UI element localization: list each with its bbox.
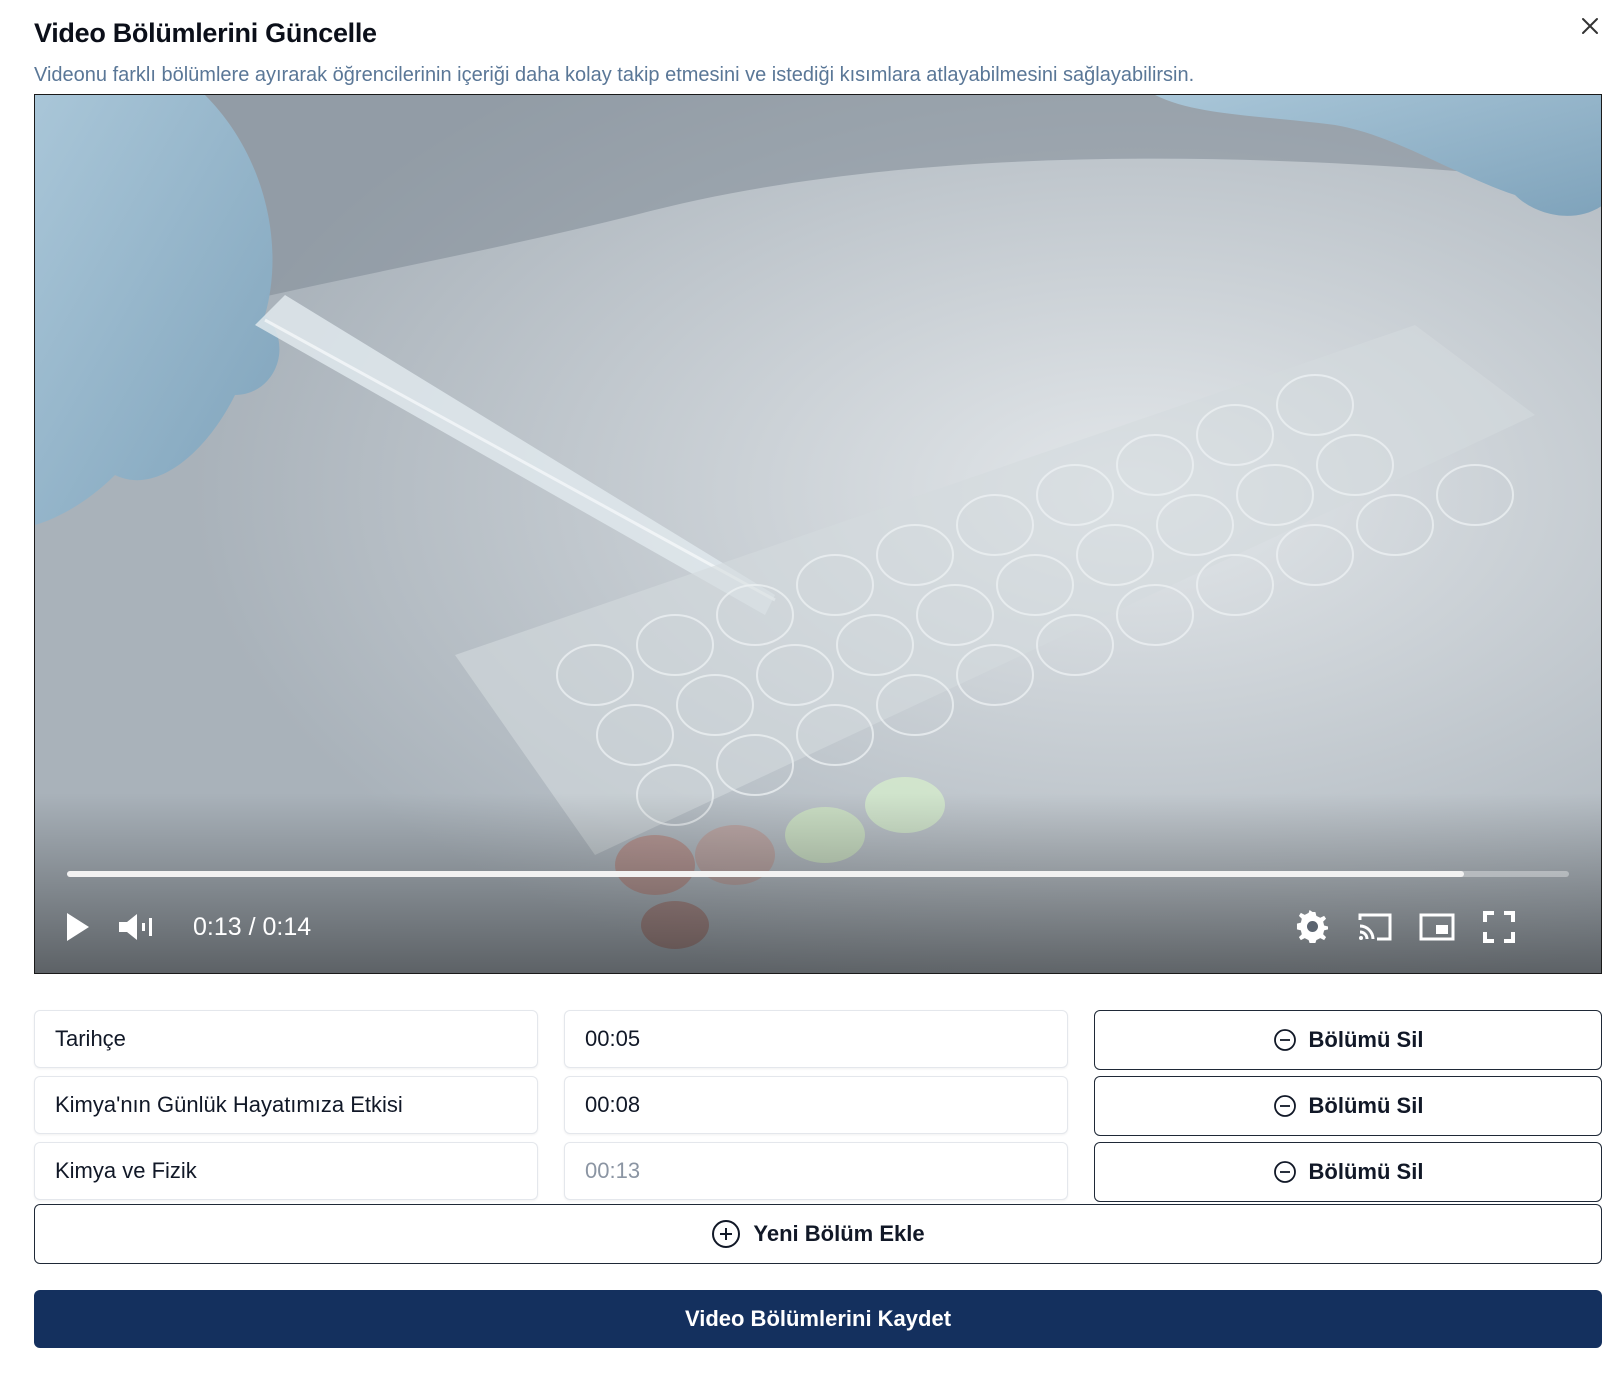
play-button[interactable]: [55, 905, 99, 949]
delete-chapter-button[interactable]: Bölümü Sil: [1094, 1010, 1602, 1070]
plus-circle-icon: [712, 1220, 741, 1248]
cast-icon: [1358, 913, 1392, 941]
current-time: 0:13: [193, 913, 242, 941]
progress-bar[interactable]: [67, 871, 1569, 877]
minus-circle-icon: [1273, 1029, 1296, 1051]
close-button[interactable]: [1576, 12, 1604, 40]
time-display: 0:13 / 0:14: [193, 913, 311, 942]
cast-button[interactable]: [1353, 905, 1397, 949]
volume-button[interactable]: [115, 905, 159, 949]
chapter-row: Bölümü Sil: [34, 1142, 1602, 1202]
chapter-name-input[interactable]: [34, 1142, 538, 1200]
dialog-title: Video Bölümlerini Güncelle: [34, 18, 377, 48]
chapter-row: Bölümü Sil: [34, 1076, 1602, 1136]
miniplayer-icon: [1419, 913, 1455, 941]
close-icon: [1582, 18, 1598, 34]
chapter-time-input[interactable]: [564, 1010, 1068, 1068]
delete-chapter-button[interactable]: Bölümü Sil: [1094, 1142, 1602, 1202]
chapter-time-input: [564, 1142, 1068, 1200]
dialog-subtitle: Videonu farklı bölümlere ayırarak öğrenc…: [34, 64, 1195, 86]
save-chapters-button[interactable]: Video Bölümlerini Kaydet: [34, 1290, 1602, 1348]
chapter-name-input[interactable]: [34, 1010, 538, 1068]
add-chapter-button[interactable]: Yeni Bölüm Ekle: [34, 1204, 1602, 1264]
settings-icon: [1296, 910, 1329, 943]
minus-circle-icon: [1273, 1161, 1296, 1183]
play-icon: [67, 913, 89, 941]
minus-circle-icon: [1273, 1095, 1296, 1117]
add-chapter-label: Yeni Bölüm Ekle: [753, 1221, 925, 1246]
save-chapters-label: Video Bölümlerini Kaydet: [684, 1306, 952, 1331]
video-chapters-dialog: Video Bölümlerini Güncelle Videonu farkl…: [0, 0, 1624, 1380]
chapter-name-input[interactable]: [34, 1076, 538, 1134]
video-player[interactable]: 0:13 / 0:14: [34, 94, 1602, 974]
settings-button[interactable]: [1291, 905, 1335, 949]
delete-chapter-label: Bölümü Sil: [1308, 1159, 1424, 1184]
volume-icon: [119, 914, 152, 940]
delete-chapter-label: Bölümü Sil: [1308, 1027, 1424, 1052]
fullscreen-icon: [1483, 911, 1515, 943]
fullscreen-button[interactable]: [1477, 905, 1521, 949]
progress-fill: [67, 871, 1464, 877]
delete-chapter-label: Bölümü Sil: [1308, 1093, 1424, 1118]
duration: 0:14: [262, 913, 312, 941]
chapter-time-input[interactable]: [564, 1076, 1068, 1134]
miniplayer-button[interactable]: [1415, 905, 1459, 949]
time-separator: /: [241, 913, 263, 941]
delete-chapter-button[interactable]: Bölümü Sil: [1094, 1076, 1602, 1136]
chapter-row: Bölümü Sil: [34, 1010, 1602, 1070]
